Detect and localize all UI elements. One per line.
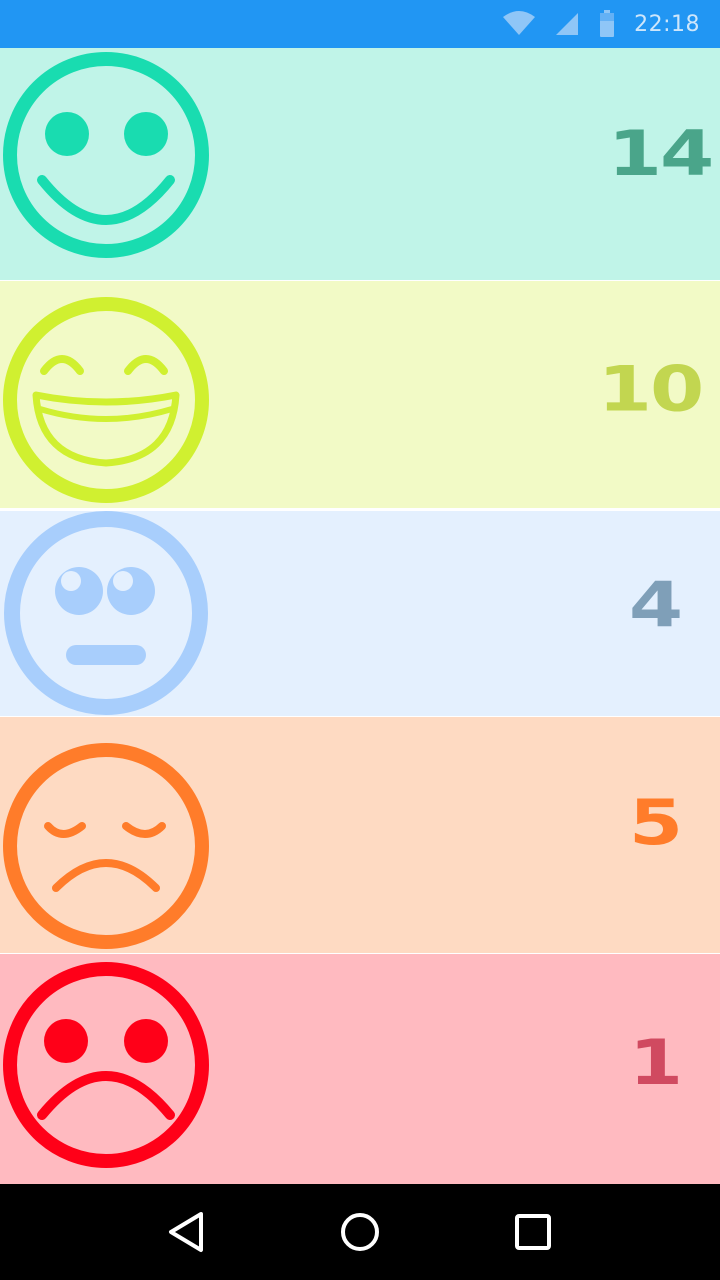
mood-count: 1 [628, 1027, 683, 1099]
wifi-icon [502, 11, 536, 37]
mood-row-very-sad[interactable]: 1 [0, 954, 720, 1184]
sad-face-icon [3, 743, 209, 949]
grinning-face-icon [3, 297, 209, 503]
mood-count: 14 [607, 118, 715, 190]
home-button[interactable] [330, 1202, 390, 1262]
smiling-face-icon [3, 52, 209, 258]
recents-button[interactable] [503, 1202, 563, 1262]
home-circle-icon [340, 1213, 379, 1251]
mood-count: 4 [628, 569, 683, 642]
back-button[interactable] [157, 1202, 217, 1262]
mood-row-very-happy[interactable]: 14 [0, 48, 720, 280]
clock: 22:18 [634, 11, 700, 37]
back-triangle-icon [168, 1212, 203, 1252]
mood-row-happy[interactable]: 10 [0, 281, 720, 508]
mood-row-sad[interactable]: 5 [0, 717, 720, 953]
mood-count: 10 [597, 353, 705, 426]
cellular-signal-icon [554, 11, 580, 37]
mood-row-neutral[interactable]: 4 [0, 511, 720, 716]
eye-roll-face-icon [4, 511, 208, 715]
status-bar: 22:18 [0, 0, 720, 48]
mood-count: 5 [628, 787, 683, 859]
recents-square-icon [515, 1214, 552, 1250]
frowning-face-icon [3, 962, 209, 1168]
navigation-bar [0, 1184, 720, 1280]
battery-icon [598, 10, 616, 38]
